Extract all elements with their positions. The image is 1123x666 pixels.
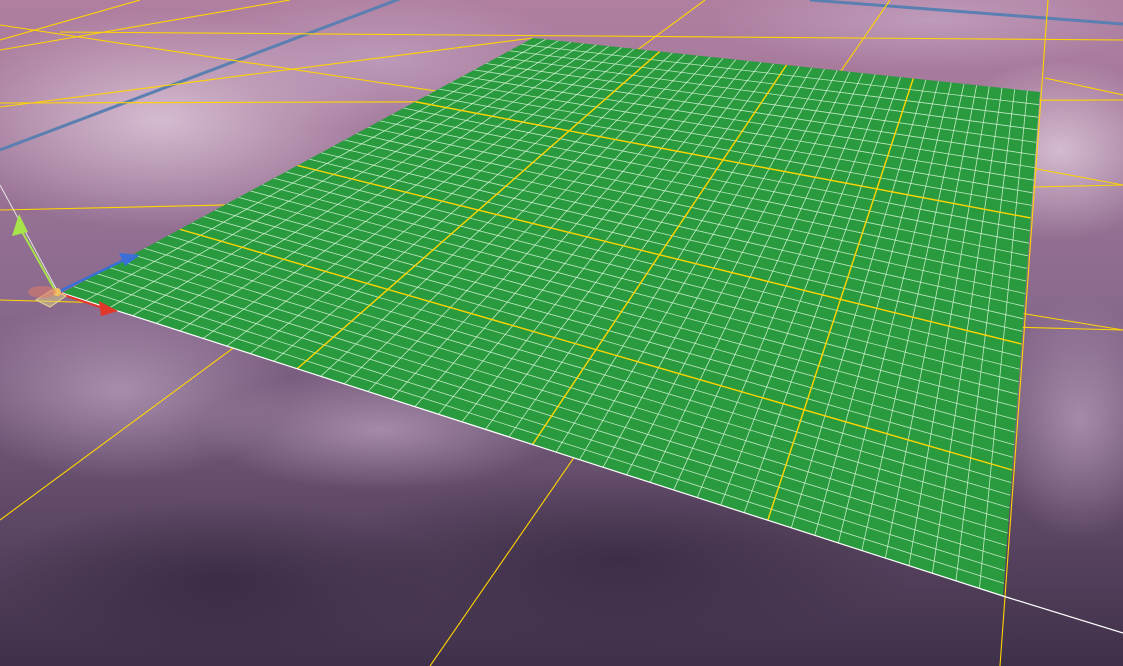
scene-viewport[interactable] [0, 0, 1123, 666]
scene-canvas[interactable] [0, 0, 1123, 666]
